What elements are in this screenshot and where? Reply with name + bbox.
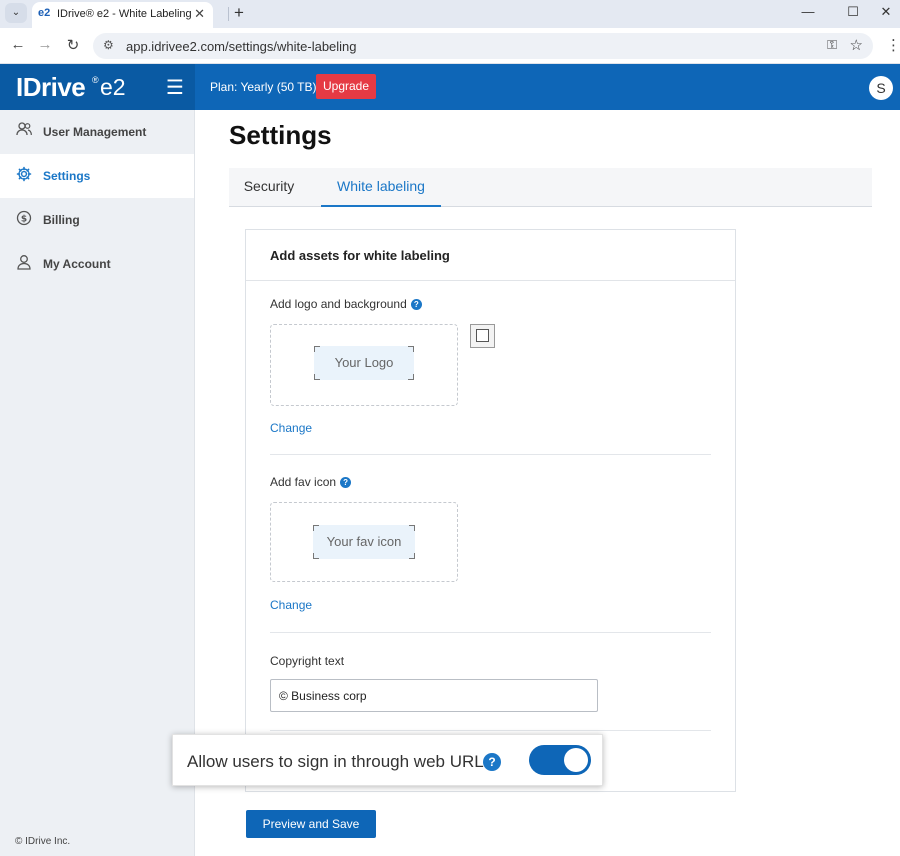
page-title: Settings (229, 120, 332, 150)
url-omnibox[interactable]: ⚙ app.idrivee2.com/settings/white-labeli… (93, 33, 873, 59)
white-labeling-card: Add assets for white labeling Add logo a… (245, 229, 736, 792)
card-header: Add assets for white labeling (246, 230, 735, 281)
dollar-icon: $ (15, 210, 33, 230)
users-icon (15, 122, 33, 140)
section-divider (270, 632, 711, 633)
address-bar-row: ← → ↻ ⚙ app.idrivee2.com/settings/white-… (0, 28, 900, 64)
toggle-knob (564, 748, 588, 772)
app-header: IDrive ® e2 ☰ Plan: Yearly (50 TB) Upgra… (0, 64, 900, 110)
logo: IDrive (16, 72, 86, 102)
tab-favicon: e2 (38, 7, 51, 19)
tab-search-chevron-down-icon[interactable]: ⌄ (5, 3, 27, 23)
forward-icon[interactable]: → (36, 36, 54, 53)
fav-icon-dropzone[interactable]: Your fav icon (270, 502, 458, 582)
sidebar-item-user-management[interactable]: User Management (0, 110, 194, 154)
logo-area: IDrive ® e2 ☰ (0, 64, 195, 110)
preview-and-save-button[interactable]: Preview and Save (246, 810, 376, 838)
upgrade-button[interactable]: Upgrade (316, 74, 376, 99)
site-settings-icon[interactable]: ⚙ (103, 38, 114, 52)
web-url-signin-row: Allow users to sign in through web URL ? (172, 734, 603, 786)
fav-icon-placeholder: Your fav icon (313, 525, 415, 559)
logo-placeholder: Your Logo (314, 346, 414, 380)
sidebar-footer-copyright: © IDrive Inc. (15, 836, 71, 847)
web-url-help-icon[interactable]: ? (483, 753, 501, 771)
logo-placeholder-text: Your Logo (334, 355, 394, 370)
background-color-swatch (476, 329, 489, 342)
section-divider (270, 730, 711, 731)
web-url-signin-toggle[interactable] (529, 745, 591, 775)
back-icon[interactable]: ← (9, 36, 27, 53)
person-icon (15, 254, 33, 274)
password-key-icon[interactable]: ⚿ (827, 37, 837, 53)
tab-title: IDrive® e2 - White Labeling (57, 8, 192, 20)
tab-close-icon[interactable]: ✕ (194, 6, 205, 22)
card-title: Add assets for white labeling (270, 248, 450, 263)
tab-separator (228, 7, 229, 21)
tab-white-labeling[interactable]: White labeling (321, 168, 441, 207)
web-url-signin-label: Allow users to sign in through web URL (187, 752, 484, 771)
tab-security[interactable]: Security (229, 168, 309, 207)
settings-tabs: Security White labeling (229, 168, 872, 207)
fav-section-label: Add fav icon? (270, 475, 352, 489)
plan-label: Plan: Yearly (50 TB) (210, 80, 317, 94)
gear-icon (15, 166, 33, 186)
sidebar-item-label: My Account (43, 257, 111, 271)
sidebar: User Management Settings $ Billing My Ac… (0, 110, 195, 856)
logo-help-icon[interactable]: ? (410, 299, 422, 310)
fav-placeholder-text: Your fav icon (326, 534, 402, 549)
logo-section-label-text: Add logo and background (270, 297, 407, 311)
maximize-icon[interactable]: ☐ (843, 4, 863, 20)
logo-section-label: Add logo and background? (270, 297, 422, 311)
minimize-icon[interactable]: — (798, 4, 818, 19)
svg-text:$: $ (21, 215, 27, 225)
logo-suffix: e2 (100, 74, 126, 100)
sidebar-item-label: Settings (43, 169, 91, 183)
copyright-input[interactable] (270, 679, 598, 712)
change-fav-icon-link[interactable]: Change (270, 598, 312, 612)
close-window-icon[interactable]: ✕ (876, 4, 896, 20)
fav-help-icon[interactable]: ? (340, 477, 352, 488)
logo-registered-mark: ® (92, 75, 99, 85)
sidebar-item-billing[interactable]: $ Billing (0, 198, 194, 242)
sidebar-item-label: User Management (43, 125, 147, 139)
star-icon[interactable]: ☆ (850, 36, 863, 54)
section-divider (270, 454, 711, 455)
avatar[interactable]: S (869, 76, 893, 100)
copyright-label: Copyright text (270, 654, 345, 668)
url-text[interactable]: app.idrivee2.com/settings/white-labeling (126, 39, 357, 54)
browser-tab-bar: ⌄ e2 IDrive® e2 - White Labeling ✕ + — ☐… (0, 0, 900, 28)
logo-dropzone[interactable]: Your Logo (270, 324, 458, 406)
background-color-picker[interactable] (470, 324, 495, 348)
new-tab-plus-icon[interactable]: + (234, 3, 244, 23)
reload-icon[interactable]: ↻ (64, 36, 82, 54)
sidebar-item-settings[interactable]: Settings (0, 154, 194, 198)
kebab-menu-icon[interactable]: ⋮ (886, 36, 900, 54)
change-logo-link[interactable]: Change (270, 421, 312, 435)
fav-section-label-text: Add fav icon (270, 475, 337, 489)
sidebar-item-label: Billing (43, 213, 80, 227)
hamburger-menu-icon[interactable]: ☰ (166, 75, 184, 100)
browser-tab[interactable]: e2 IDrive® e2 - White Labeling ✕ (32, 2, 213, 28)
sidebar-item-my-account[interactable]: My Account (0, 242, 194, 286)
